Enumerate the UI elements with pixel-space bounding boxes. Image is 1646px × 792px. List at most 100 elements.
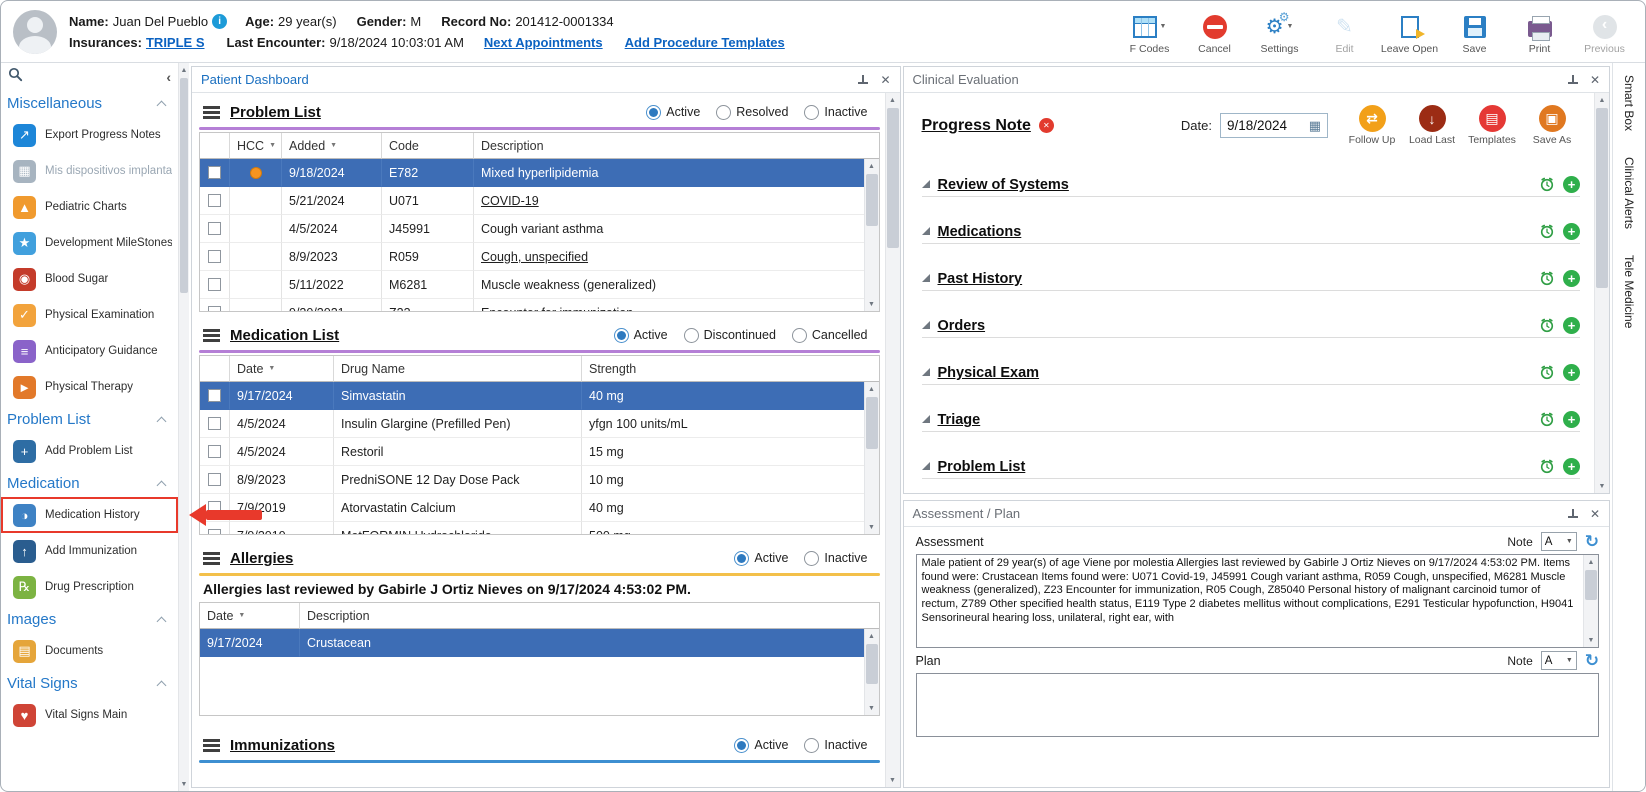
side-tab-tele-medicine[interactable]: Tele Medicine (1622, 255, 1636, 328)
medication-list-title[interactable]: Medication List (230, 327, 339, 344)
add-section-icon[interactable] (1563, 176, 1580, 193)
row-select-cell[interactable] (200, 159, 230, 187)
refresh-icon[interactable] (1585, 533, 1599, 550)
checkbox-icon[interactable] (208, 306, 221, 311)
row-select-cell[interactable] (200, 382, 230, 410)
clinical-section-title[interactable]: Problem List (938, 459, 1026, 475)
scroll-thumb[interactable] (865, 174, 878, 226)
filter-caret-icon[interactable] (330, 142, 337, 149)
scroll-down-icon[interactable] (1584, 633, 1598, 648)
add-procedure-templates-link[interactable]: Add Procedure Templates (625, 32, 785, 53)
clinical-section-title[interactable]: Triage (938, 412, 981, 428)
table-row[interactable]: 9/17/2024 Crustacean (200, 629, 864, 657)
checkbox-icon[interactable] (208, 250, 221, 263)
next-appointments-link[interactable]: Next Appointments (484, 32, 603, 53)
radio-icon[interactable] (716, 104, 732, 120)
timer-icon[interactable] (1539, 458, 1555, 474)
sidebar-item-add-problem-list[interactable]: + Add Problem List (1, 433, 178, 469)
strength-column-header[interactable]: Strength (582, 356, 879, 382)
radio-icon[interactable] (683, 327, 699, 343)
row-select-cell[interactable] (200, 410, 230, 438)
scroll-down-icon[interactable] (179, 777, 189, 791)
timer-icon[interactable] (1539, 270, 1555, 286)
checkbox-icon[interactable] (208, 194, 221, 207)
table-row[interactable]: 4/5/2024 Restoril 15 mg (200, 438, 864, 466)
insurances-link[interactable]: TRIPLE S (146, 32, 205, 53)
delete-note-icon[interactable] (1038, 118, 1054, 133)
clinical-section-title[interactable]: Medications (938, 224, 1022, 240)
added-column-header[interactable]: Added (282, 133, 382, 159)
scroll-up-icon[interactable] (1595, 93, 1609, 107)
sidebar-item-documents[interactable]: ▤ Documents (1, 633, 178, 669)
scroll-up-icon[interactable] (1584, 555, 1598, 570)
row-select-cell[interactable] (200, 299, 230, 311)
medication-filter-discontinued[interactable]: Discontinued (683, 327, 776, 343)
scroll-thumb[interactable] (180, 78, 188, 293)
drug-column-header[interactable]: Drug Name (334, 356, 582, 382)
pin-icon[interactable] (1567, 508, 1579, 520)
scroll-up-icon[interactable] (885, 93, 900, 107)
table-row[interactable]: 4/5/2024 J45991 Cough variant asthma (200, 215, 864, 243)
immunizations-title[interactable]: Immunizations (230, 737, 335, 754)
assessment-scrollbar[interactable] (1583, 555, 1598, 648)
pin-icon[interactable] (1567, 74, 1579, 86)
search-icon[interactable] (8, 67, 23, 87)
scroll-down-icon[interactable] (1595, 479, 1609, 494)
settings-button[interactable]: Settings (1251, 10, 1308, 55)
date-column-header[interactable]: Date (200, 603, 300, 629)
scroll-thumb[interactable] (1596, 108, 1608, 288)
sidebar-item-medication-history[interactable]: ◑ Medication History (1, 497, 178, 533)
side-tab-smart-box[interactable]: Smart Box (1622, 75, 1636, 131)
scroll-thumb[interactable] (865, 644, 878, 684)
problem-filter-resolved[interactable]: Resolved (716, 104, 788, 120)
scroll-thumb[interactable] (886, 108, 899, 248)
scroll-track[interactable] (865, 643, 879, 701)
table-row[interactable]: 7/9/2019 Atorvastatin Calcium 40 mg (200, 494, 864, 522)
sidebar-group-problem-list[interactable]: Problem List (1, 405, 178, 433)
filter-caret-icon[interactable] (238, 612, 245, 619)
checkbox-icon[interactable] (208, 222, 221, 235)
table-row[interactable]: 8/9/2023 R059 Cough, unspecified (200, 243, 864, 271)
sidebar-item-mis-dispositivos-implanta[interactable]: ▦ Mis dispositivos implanta (1, 153, 178, 189)
cancel-button[interactable]: Cancel (1186, 13, 1243, 55)
problem-list-title[interactable]: Problem List (230, 104, 321, 121)
progress-note-title[interactable]: Progress Note (922, 117, 1031, 135)
plan-textbox[interactable] (915, 673, 1599, 738)
clinical-section-title[interactable]: Review of Systems (938, 177, 1069, 193)
sidebar-item-export-progress-notes[interactable]: ↗ Export Progress Notes (1, 117, 178, 153)
timer-icon[interactable] (1539, 223, 1555, 239)
checkbox-icon[interactable] (208, 501, 221, 514)
leave-open-button[interactable]: Leave Open (1381, 13, 1438, 55)
sidebar-scrollbar[interactable] (178, 63, 189, 791)
sidebar-item-add-immunization[interactable]: ↑ Add Immunization (1, 533, 178, 569)
sidebar-item-anticipatory-guidance[interactable]: ≡ Anticipatory Guidance (1, 333, 178, 369)
expand-arrow-icon[interactable] (921, 227, 930, 235)
scroll-up-icon[interactable] (864, 382, 879, 396)
checkbox-icon[interactable] (208, 529, 221, 534)
table-row[interactable]: 9/18/2024 E782 Mixed hyperlipidemia (200, 159, 864, 187)
timer-icon[interactable] (1539, 411, 1555, 427)
table-row[interactable]: 9/17/2024 Simvastatin 40 mg (200, 382, 864, 410)
medication-filter-cancelled[interactable]: Cancelled (791, 327, 868, 343)
follow-up-button[interactable]: ⇄ Follow Up (1344, 105, 1400, 146)
scroll-down-icon[interactable] (864, 701, 879, 715)
checkbox-icon[interactable] (208, 473, 221, 486)
previous-button[interactable]: Previous (1576, 13, 1633, 55)
table-row[interactable]: 7/9/2019MetFORMIN Hydrochloride500 mg (200, 522, 864, 534)
allergies-filter-active[interactable]: Active (734, 550, 788, 566)
edit-button[interactable]: Edit (1316, 13, 1373, 55)
menu-icon[interactable] (203, 328, 220, 342)
table-row[interactable]: 8/9/2023 PredniSONE 12 Day Dose Pack 10 mg (200, 466, 864, 494)
save-as-button[interactable]: ▣ Save As (1524, 105, 1580, 146)
add-section-icon[interactable] (1563, 458, 1580, 475)
table-scrollbar[interactable] (863, 382, 879, 534)
radio-icon[interactable] (646, 104, 662, 120)
sidebar-item-development-milestones[interactable]: ★ Development MileStones (1, 225, 178, 261)
table-row[interactable]: 5/21/2024 U071 COVID-19 (200, 187, 864, 215)
table-row[interactable]: 9/20/2021Z23Encounter for immunization (200, 299, 864, 311)
allergies-title[interactable]: Allergies (230, 550, 293, 567)
assessment-textbox[interactable]: Male patient of 29 year(s) of age Viene … (915, 554, 1599, 649)
checkbox-icon[interactable] (208, 445, 221, 458)
checkbox-icon[interactable] (208, 389, 221, 402)
row-select-cell[interactable] (200, 438, 230, 466)
